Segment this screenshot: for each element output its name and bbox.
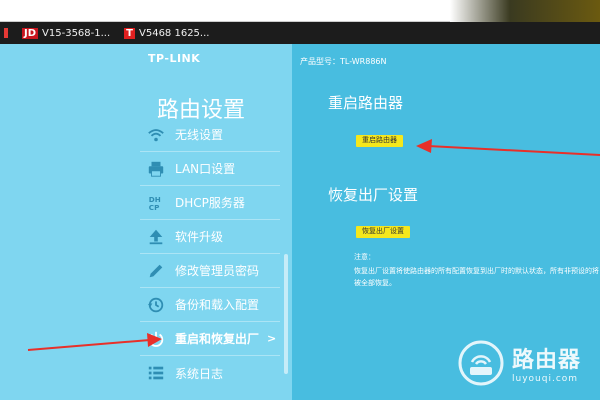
sidebar-item-label: 修改管理员密码	[175, 264, 260, 278]
factory-reset-section-title: 恢复出厂设置	[328, 186, 419, 204]
sidebar-scrollbar[interactable]	[284, 254, 288, 374]
jd-logo-icon: JD	[22, 27, 39, 39]
note-label: 注意：	[354, 253, 375, 261]
power-icon	[147, 330, 165, 348]
sidebar-item-label: 重启和恢复出厂	[175, 332, 260, 346]
bookmark-item-t[interactable]: T V5468 1625...	[124, 27, 210, 39]
browser-address-bar	[0, 0, 600, 22]
sidebar-item-label: DHCP服务器	[175, 196, 245, 210]
sidebar-item-label: 备份和载入配置	[175, 298, 260, 312]
history-icon	[147, 296, 165, 314]
watermark-name: 路由器	[512, 348, 582, 373]
pencil-icon	[147, 262, 165, 280]
svg-text:CP: CP	[149, 203, 160, 212]
brand-logo: TP-LINK	[148, 52, 201, 65]
sidebar-item-label: LAN口设置	[175, 162, 236, 176]
bookmark-label: V15-3568-1...	[42, 27, 111, 39]
upload-icon	[147, 228, 165, 246]
sidebar-item-upgrade[interactable]: 软件升级	[140, 220, 280, 254]
dhcp-icon: DH CP	[147, 194, 165, 212]
reboot-button[interactable]: 重启路由器	[356, 135, 403, 147]
sidebar-item-password[interactable]: 修改管理员密码	[140, 254, 280, 288]
sidebar-item-label: 无线设置	[175, 128, 224, 142]
sidebar-item-reboot-reset[interactable]: 重启和恢复出厂 >	[140, 322, 280, 356]
bookmarks-bar: JD V15-3568-1... T V5468 1625...	[0, 22, 600, 44]
bookmark-separator	[4, 28, 8, 38]
factory-reset-button[interactable]: 恢复出厂设置	[356, 226, 410, 238]
wifi-icon	[147, 126, 165, 144]
bookmark-label: V5468 1625...	[139, 27, 210, 39]
watermark-url: luyouqi.com	[512, 374, 579, 384]
product-model: 产品型号：TL-WR886N	[300, 57, 387, 66]
printer-icon	[147, 160, 165, 178]
sidebar-item-label: 软件升级	[175, 230, 224, 244]
bookmark-item[interactable]	[4, 28, 8, 38]
bookmark-item-jd[interactable]: JD V15-3568-1...	[22, 27, 111, 39]
router-logo-icon	[458, 340, 504, 386]
sidebar-item-syslog[interactable]: 系统日志	[140, 356, 280, 390]
reboot-section-title: 重启路由器	[328, 94, 404, 112]
sidebar-item-dhcp[interactable]: DH CP DHCP服务器	[140, 186, 280, 220]
t-logo-icon: T	[124, 27, 135, 39]
browser-toolbar-area	[450, 0, 600, 22]
sidebar-menu: 无线设置 LAN口设置 DH CP DHCP服务器 软件升级 修改管理员密码 备…	[140, 118, 280, 390]
sidebar-item-backup[interactable]: 备份和载入配置	[140, 288, 280, 322]
sidebar-item-label: 系统日志	[175, 366, 224, 381]
sidebar-item-lan[interactable]: LAN口设置	[140, 152, 280, 186]
list-icon	[147, 364, 165, 382]
watermark: 路由器 luyouqi.com	[458, 340, 581, 386]
chevron-right-icon: >	[267, 332, 277, 345]
note-text: 恢复出厂设置将使路由器的所有配置恢复到出厂时的默认状态，所有非预设的将被全部恢复…	[354, 267, 599, 287]
sidebar-item-wireless[interactable]: 无线设置	[140, 118, 280, 152]
sidebar: TP-LINK 路由设置 无线设置 LAN口设置 DH CP DHCP服务器 软件…	[0, 44, 292, 400]
